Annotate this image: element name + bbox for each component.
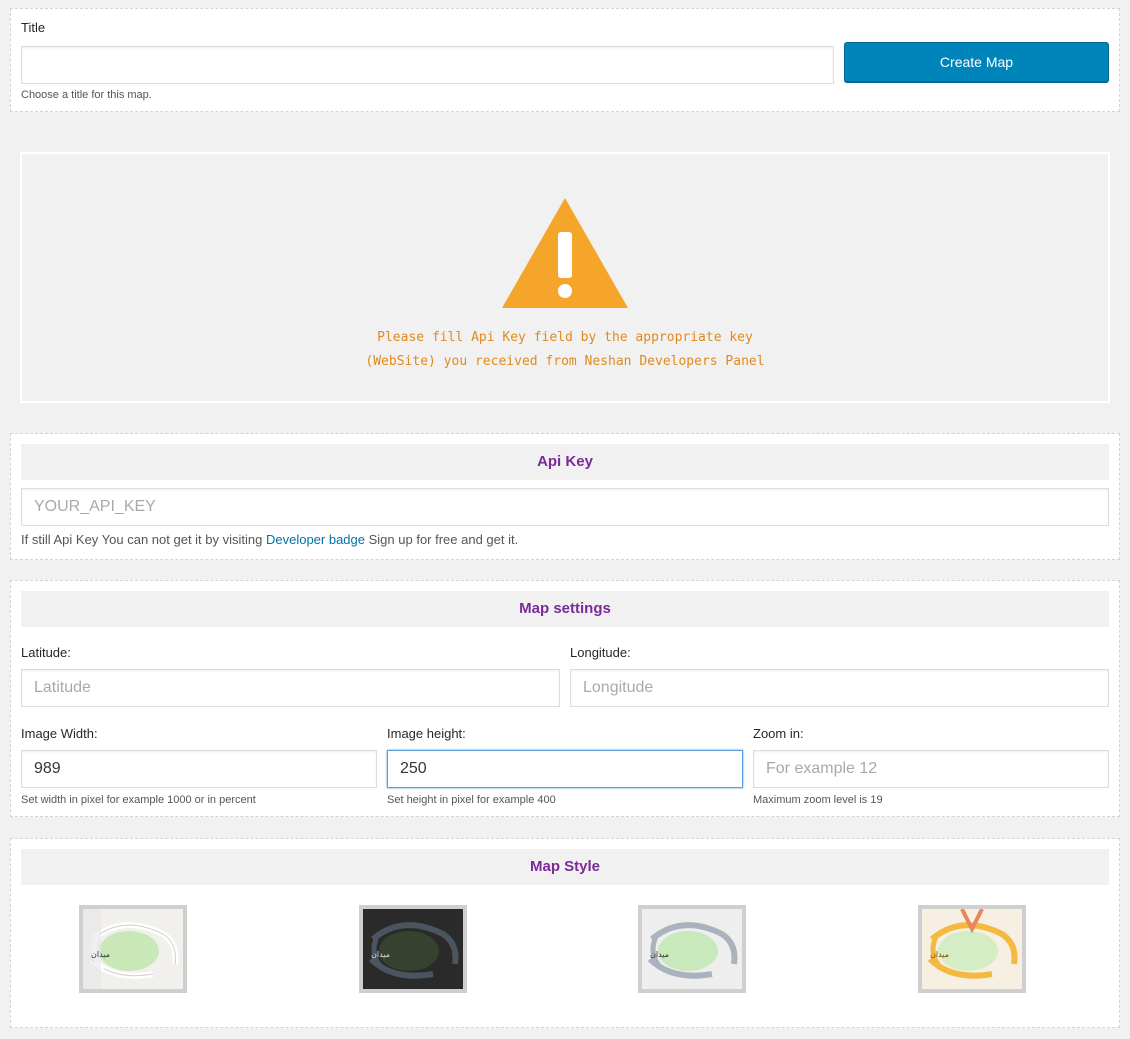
map-style-standard-day[interactable]: میدان [79, 905, 187, 993]
warning-text-line1: Please fill Api Key field by the appropr… [377, 330, 753, 345]
image-height-label: Image height: [387, 726, 466, 741]
map-label-text: میدان [930, 950, 949, 959]
map-label-text: میدان [371, 950, 390, 959]
title-label: Title [21, 20, 46, 35]
create-map-button[interactable]: Create Map [844, 42, 1109, 82]
api-key-help-prefix: If still Api Key You can not get it by v… [21, 532, 266, 547]
map-thumbnail-standard-night-icon: میدان [363, 909, 463, 989]
warning-icon [502, 198, 628, 308]
api-key-help: If still Api Key You can not get it by v… [21, 532, 518, 547]
api-key-help-suffix: Sign up for free and get it. [365, 532, 519, 547]
map-style-panel: Map Style میدان میدان میدان میدان [10, 838, 1120, 1028]
api-key-heading: Api Key [21, 444, 1109, 480]
image-width-hint: Set width in pixel for example 1000 or i… [21, 794, 256, 806]
longitude-input[interactable] [570, 669, 1109, 707]
latitude-label: Latitude: [21, 645, 71, 660]
warning-panel: Please fill Api Key field by the appropr… [20, 152, 1110, 403]
map-style-neshan[interactable]: میدان [638, 905, 746, 993]
longitude-label: Longitude: [570, 645, 631, 660]
title-hint: Choose a title for this map. [21, 89, 152, 101]
map-thumbnail-dreamy-gold-icon: میدان [922, 909, 1022, 989]
image-height-hint: Set height in pixel for example 400 [387, 794, 556, 806]
warning-text-line2: (WebSite) you received from Neshan Devel… [365, 354, 765, 369]
map-style-dreamy-gold[interactable]: میدان [918, 905, 1026, 993]
title-panel: Title Create Map Choose a title for this… [10, 8, 1120, 112]
zoom-label: Zoom in: [753, 726, 804, 741]
map-style-heading: Map Style [21, 849, 1109, 885]
map-thumbnail-neshan-icon: میدان [642, 909, 742, 989]
image-width-label: Image Width: [21, 726, 98, 741]
map-label-text: میدان [91, 950, 110, 959]
title-input[interactable] [21, 46, 834, 84]
api-key-panel: Api Key If still Api Key You can not get… [10, 433, 1120, 560]
api-key-input[interactable] [21, 488, 1109, 526]
map-settings-panel: Map settings Latitude: Longitude: Image … [10, 580, 1120, 817]
map-thumbnail-standard-day-icon: میدان [83, 909, 183, 989]
map-label-text: میدان [650, 950, 669, 959]
map-style-standard-night[interactable]: میدان [359, 905, 467, 993]
developer-badge-link[interactable]: Developer badge [266, 532, 365, 547]
latitude-input[interactable] [21, 669, 560, 707]
zoom-hint: Maximum zoom level is 19 [753, 794, 883, 806]
image-width-input[interactable] [21, 750, 377, 788]
zoom-input[interactable] [753, 750, 1109, 788]
map-settings-heading: Map settings [21, 591, 1109, 627]
image-height-input[interactable] [387, 750, 743, 788]
